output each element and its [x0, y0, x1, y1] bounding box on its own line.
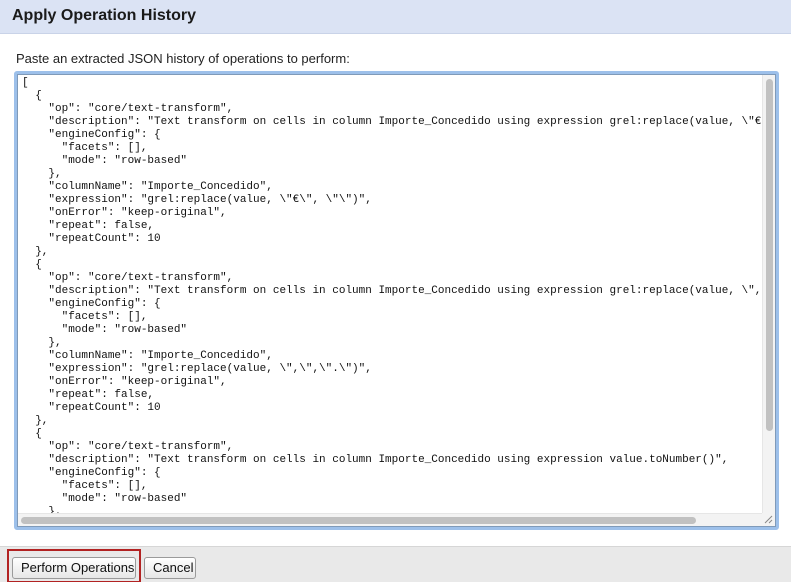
dialog-header: Apply Operation History: [0, 0, 791, 34]
dialog-title: Apply Operation History: [12, 7, 197, 24]
horizontal-scrollbar-thumb[interactable]: [21, 517, 696, 524]
instructions-label: Paste an extracted JSON history of opera…: [16, 51, 350, 66]
apply-operation-history-dialog: Apply Operation History Paste an extract…: [0, 0, 791, 582]
cancel-button[interactable]: Cancel: [144, 557, 196, 579]
resize-handle[interactable]: [762, 513, 775, 526]
json-history-textarea[interactable]: [ { "op": "core/text-transform", "descri…: [17, 74, 776, 527]
dialog-footer: Perform Operations Cancel: [0, 546, 791, 582]
horizontal-scrollbar[interactable]: [18, 513, 764, 526]
json-history-text[interactable]: [ { "op": "core/text-transform", "descri…: [22, 77, 766, 513]
perform-operations-button[interactable]: Perform Operations: [12, 557, 136, 579]
vertical-scrollbar-thumb[interactable]: [766, 79, 773, 431]
resize-grip-icon: [764, 515, 773, 524]
json-editor-focus-border: [ { "op": "core/text-transform", "descri…: [14, 71, 779, 530]
vertical-scrollbar[interactable]: [762, 75, 775, 513]
